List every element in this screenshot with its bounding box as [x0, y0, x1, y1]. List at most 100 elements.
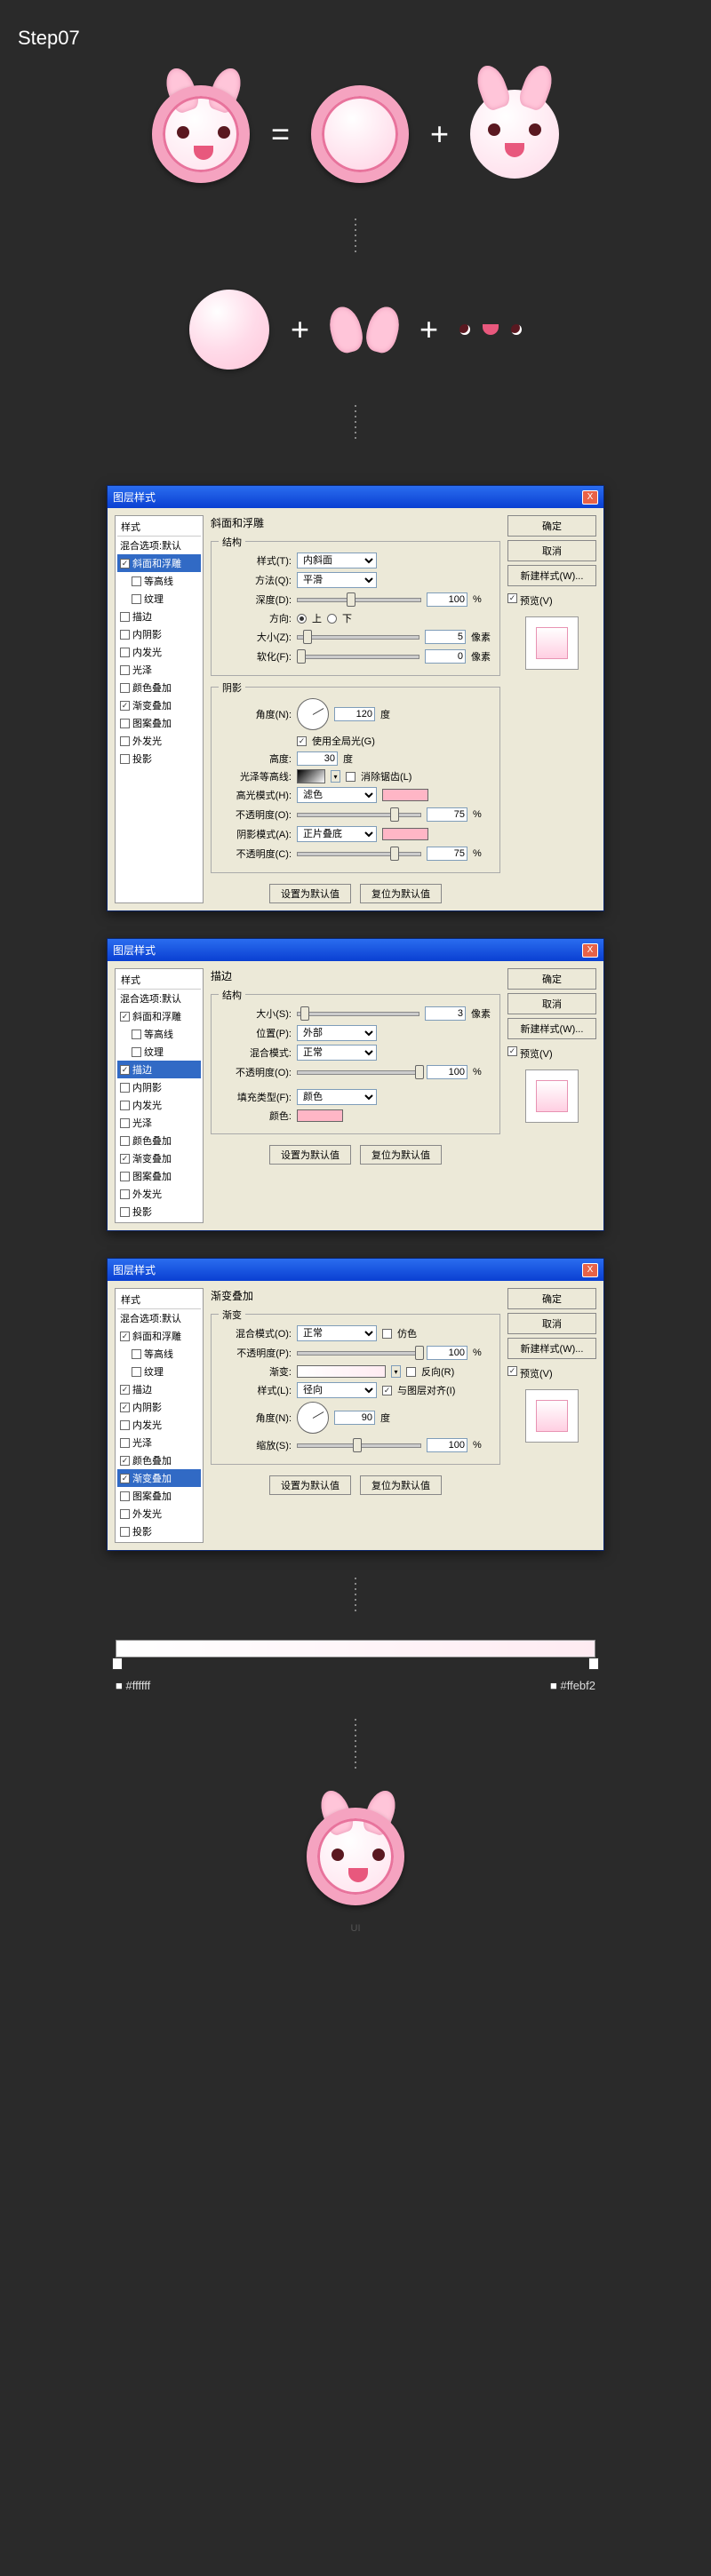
sidebar-item-pattern-overlay[interactable]: 图案叠加	[117, 714, 201, 732]
checkbox-icon[interactable]	[120, 1101, 130, 1110]
checkbox-icon[interactable]	[132, 594, 141, 604]
sidebar-item-satin[interactable]: 光泽	[117, 661, 201, 679]
sidebar-item-stroke[interactable]: 描边	[117, 608, 201, 625]
size-slider[interactable]	[297, 629, 419, 645]
close-button[interactable]: X	[582, 1263, 598, 1277]
checkbox-icon[interactable]	[120, 1207, 130, 1217]
global-light-checkbox[interactable]: ✓	[297, 736, 307, 746]
checkbox-icon[interactable]	[120, 719, 130, 728]
checkbox-icon[interactable]	[120, 1136, 130, 1146]
stroke-position-select[interactable]: 外部	[297, 1025, 377, 1041]
sidebar-item-gradient-overlay[interactable]: ✓渐变叠加	[117, 696, 201, 714]
sidebar-item-stroke[interactable]: ✓描边	[117, 1380, 201, 1398]
grad-scale-input[interactable]	[427, 1438, 467, 1452]
soften-slider[interactable]	[297, 648, 419, 664]
highlight-opacity-slider[interactable]	[297, 807, 421, 823]
gradient-swatch[interactable]	[297, 1365, 386, 1378]
gradient-stop-left[interactable]	[112, 1658, 123, 1670]
make-default-button[interactable]: 设置为默认值	[269, 884, 351, 903]
close-button[interactable]: X	[582, 490, 598, 505]
checkbox-icon[interactable]: ✓	[120, 1154, 130, 1164]
dropdown-icon[interactable]: ▾	[391, 1365, 401, 1378]
sidebar-item-drop-shadow[interactable]: 投影	[117, 1203, 201, 1220]
antialias-checkbox[interactable]	[346, 772, 356, 782]
sidebar-item-texture[interactable]: 纹理	[117, 590, 201, 608]
dir-down-radio[interactable]	[327, 614, 337, 624]
fill-type-select[interactable]: 颜色	[297, 1089, 377, 1105]
new-style-button[interactable]: 新建样式(W)...	[507, 565, 596, 586]
reverse-checkbox[interactable]	[406, 1367, 416, 1377]
sidebar-item-gradient-overlay[interactable]: ✓渐变叠加	[117, 1469, 201, 1487]
checkbox-icon[interactable]	[120, 1491, 130, 1501]
gradient-editor-bar[interactable]	[116, 1640, 595, 1658]
gradient-stop-right[interactable]	[588, 1658, 599, 1670]
stroke-color-swatch[interactable]	[297, 1109, 343, 1122]
checkbox-icon[interactable]	[120, 683, 130, 693]
checkbox-icon[interactable]	[132, 1367, 141, 1377]
cancel-button[interactable]: 取消	[507, 540, 596, 561]
checkbox-icon[interactable]: ✓	[120, 1456, 130, 1466]
stroke-opacity-slider[interactable]	[297, 1064, 421, 1080]
checkbox-icon[interactable]: ✓	[120, 1474, 130, 1483]
sidebar-item-drop-shadow[interactable]: 投影	[117, 1523, 201, 1540]
preview-checkbox[interactable]: ✓	[507, 1046, 517, 1056]
sidebar-item-pattern-overlay[interactable]: 图案叠加	[117, 1487, 201, 1505]
grad-opacity-input[interactable]	[427, 1346, 467, 1360]
grad-style-select[interactable]: 径向	[297, 1382, 377, 1398]
checkbox-icon[interactable]	[120, 1172, 130, 1181]
sidebar-item-stroke[interactable]: ✓描边	[117, 1061, 201, 1078]
sidebar-item-outer-glow[interactable]: 外发光	[117, 732, 201, 750]
sidebar-item-color-overlay[interactable]: 颜色叠加	[117, 679, 201, 696]
sidebar-item-inner-shadow[interactable]: 内阴影	[117, 1078, 201, 1096]
checkbox-icon[interactable]	[120, 1420, 130, 1430]
sidebar-item-inner-shadow[interactable]: ✓内阴影	[117, 1398, 201, 1416]
checkbox-icon[interactable]: ✓	[120, 1332, 130, 1341]
soften-input[interactable]	[425, 649, 466, 664]
sidebar-item-outer-glow[interactable]: 外发光	[117, 1505, 201, 1523]
checkbox-icon[interactable]: ✓	[120, 1065, 130, 1075]
checkbox-icon[interactable]: ✓	[120, 701, 130, 711]
sidebar-blend-options[interactable]: 混合选项:默认	[117, 990, 201, 1007]
stroke-opacity-input[interactable]	[427, 1065, 467, 1079]
ok-button[interactable]: 确定	[507, 515, 596, 537]
titlebar[interactable]: 图层样式X	[108, 1259, 603, 1281]
dither-checkbox[interactable]	[382, 1329, 392, 1339]
sidebar-blend-options[interactable]: 混合选项:默认	[117, 1309, 201, 1327]
reset-default-button[interactable]: 复位为默认值	[360, 884, 442, 903]
checkbox-icon[interactable]	[120, 630, 130, 640]
make-default-button[interactable]: 设置为默认值	[269, 1145, 351, 1165]
checkbox-icon[interactable]	[120, 1083, 130, 1093]
altitude-input[interactable]	[297, 751, 338, 766]
grad-scale-slider[interactable]	[297, 1437, 421, 1453]
sidebar-blend-options[interactable]: 混合选项:默认	[117, 537, 201, 554]
sidebar-item-gradient-overlay[interactable]: ✓渐变叠加	[117, 1149, 201, 1167]
shadow-mode-select[interactable]: 正片叠底	[297, 826, 377, 842]
reset-default-button[interactable]: 复位为默认值	[360, 1145, 442, 1165]
gloss-contour-picker[interactable]	[297, 769, 325, 783]
grad-blend-select[interactable]: 正常	[297, 1325, 377, 1341]
sidebar-item-contour[interactable]: 等高线	[117, 1345, 201, 1363]
checkbox-icon[interactable]	[120, 648, 130, 657]
sidebar-item-bevel[interactable]: ✓斜面和浮雕	[117, 1007, 201, 1025]
checkbox-icon[interactable]	[120, 1189, 130, 1199]
stroke-size-slider[interactable]	[297, 1006, 419, 1022]
shadow-opacity-slider[interactable]	[297, 846, 421, 862]
new-style-button[interactable]: 新建样式(W)...	[507, 1338, 596, 1359]
sidebar-item-inner-glow[interactable]: 内发光	[117, 1096, 201, 1114]
sidebar-item-drop-shadow[interactable]: 投影	[117, 750, 201, 767]
highlight-color-swatch[interactable]	[382, 789, 428, 801]
sidebar-item-inner-shadow[interactable]: 内阴影	[117, 625, 201, 643]
titlebar[interactable]: 图层样式 X	[108, 486, 603, 508]
shadow-color-swatch[interactable]	[382, 828, 428, 840]
ok-button[interactable]: 确定	[507, 968, 596, 990]
grad-opacity-slider[interactable]	[297, 1345, 421, 1361]
grad-angle-dial[interactable]	[297, 1402, 329, 1434]
checkbox-icon[interactable]	[120, 612, 130, 622]
sidebar-item-texture[interactable]: 纹理	[117, 1363, 201, 1380]
stroke-size-input[interactable]	[425, 1006, 466, 1021]
checkbox-icon[interactable]: ✓	[120, 1385, 130, 1395]
ok-button[interactable]: 确定	[507, 1288, 596, 1309]
highlight-opacity-input[interactable]	[427, 807, 467, 822]
checkbox-icon[interactable]	[120, 736, 130, 746]
checkbox-icon[interactable]	[132, 576, 141, 586]
